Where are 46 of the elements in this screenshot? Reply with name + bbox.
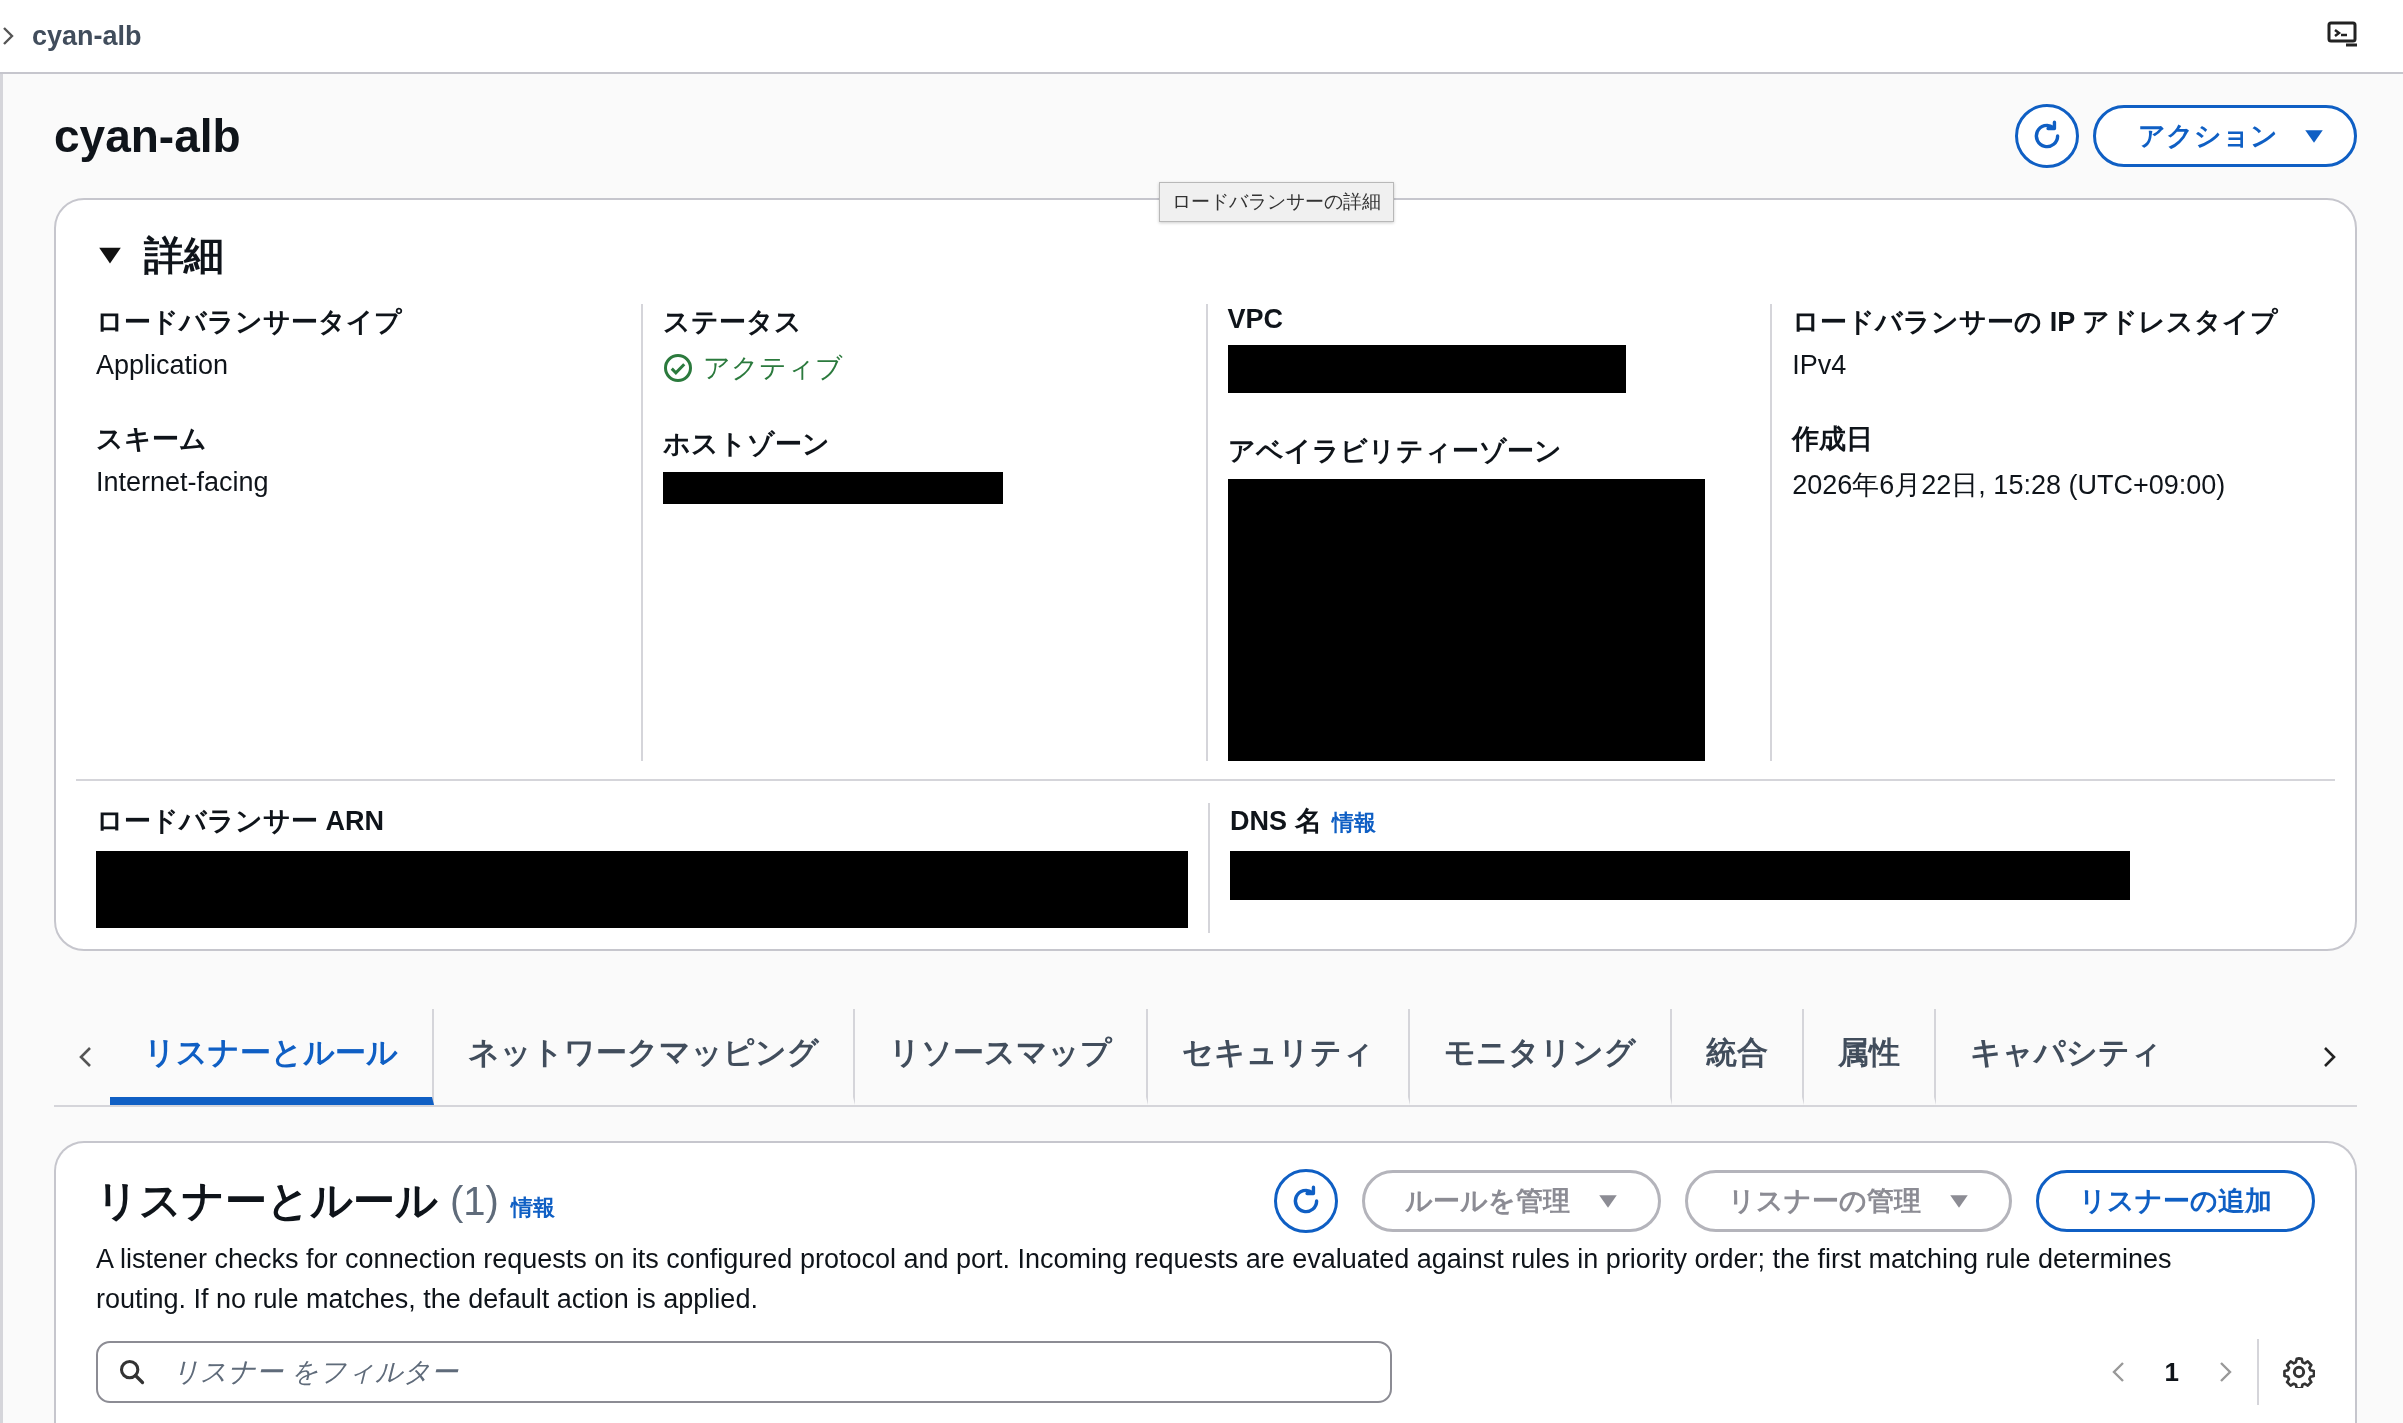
caret-icon — [2304, 128, 2324, 144]
field-label: スキーム — [96, 423, 208, 456]
settings-icon[interactable] — [2283, 1356, 2315, 1388]
field-label: ロードバランサー ARN — [96, 805, 384, 838]
tab[interactable]: リスナーとルール — [110, 1009, 434, 1105]
field-label: ステータス — [662, 306, 803, 339]
description: A listener checks for connection requests on its configured protocol and port. Incoming requests are evaluated against rules in priority order; the first matching rule determines routing. If no rule matches, the default action is applied. — [96, 1243, 2173, 1316]
check-circle-icon — [662, 353, 693, 383]
section-title: リスナーとルール — [96, 1176, 438, 1226]
field-label: 作成日 — [1792, 423, 1875, 456]
chevron-right-icon[interactable] — [2, 26, 14, 46]
info-link[interactable]: 情報 — [510, 1193, 555, 1223]
field-label: ロードバランサータイプ — [96, 306, 403, 339]
field-value: Internet-facing — [96, 467, 270, 498]
tooltip: ロードバランサーの詳細 — [1159, 182, 1394, 222]
add-button[interactable]: リスナーの追加 — [2036, 1170, 2315, 1232]
status-text: アクティブ — [702, 352, 843, 385]
breadcrumb-label[interactable]: cyan-alb — [32, 20, 142, 52]
page-title: cyan-alb — [54, 109, 241, 163]
field-label: ロードバランサーの IP アドレスタイプ — [1792, 306, 2280, 339]
info-link[interactable]: 情報 — [1331, 808, 1376, 838]
tab[interactable]: リソースマップ — [855, 1009, 1148, 1105]
tab[interactable]: モニタリング — [1410, 1009, 1672, 1105]
tab[interactable]: 統合 — [1672, 1009, 1804, 1105]
field-label: ホストゾーン — [662, 428, 831, 461]
page-number[interactable]: 1 — [2164, 1356, 2179, 1388]
section-heading: 詳細 — [144, 231, 224, 279]
item-count: (1) — [450, 1179, 499, 1224]
field-label: アベイラビリティーゾーン — [1227, 435, 1563, 468]
field-value: 2026年6月22日, 15:28 (UTC+09:00) — [1792, 469, 2227, 502]
refresh-button[interactable] — [1274, 1169, 1338, 1233]
search-icon — [118, 1358, 146, 1386]
field-label: DNS 名 — [1230, 805, 1322, 838]
field-label: VPC — [1227, 304, 1285, 335]
tab[interactable]: ネットワークマッピング — [434, 1009, 855, 1105]
tab[interactable]: キャパシティ — [1936, 1009, 2166, 1105]
tab[interactable]: 属性 — [1804, 1009, 1936, 1105]
caret-icon — [1949, 1193, 1969, 1209]
field-value: Application — [96, 350, 230, 381]
actions-button[interactable]: アクション — [2093, 105, 2357, 167]
caret-icon — [1598, 1193, 1618, 1209]
chevron-left-icon[interactable] — [78, 1046, 92, 1068]
field-value: IPv4 — [1792, 350, 1848, 381]
filter-field[interactable]: リスナー をフィルター — [96, 1341, 1392, 1403]
chevron-right-icon[interactable] — [2323, 1046, 2337, 1068]
tab[interactable]: セキュリティ — [1148, 1009, 1410, 1105]
